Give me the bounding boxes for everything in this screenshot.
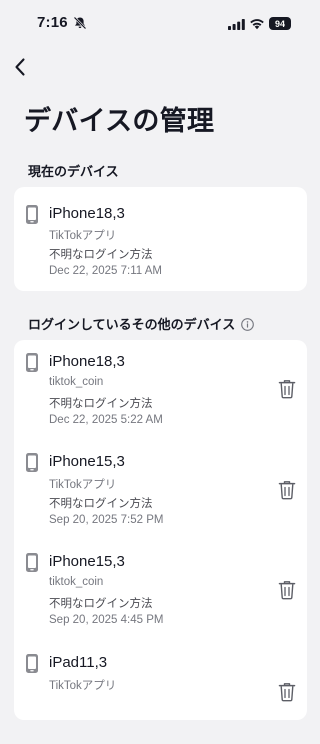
battery-indicator: 94 <box>269 17 291 30</box>
device-app: TikTokアプリ <box>49 680 117 692</box>
tablet-icon <box>26 654 38 673</box>
phone-icon <box>26 553 38 572</box>
device-date: Sep 20, 2025 7:52 PM <box>49 514 164 526</box>
current-device-card[interactable]: iPhone18,3 TikTokアプリ 不明なログイン方法 Dec 22, 2… <box>14 187 307 291</box>
battery-level: 94 <box>274 18 285 29</box>
device-name: iPhone18,3 <box>49 353 125 370</box>
device-name: iPhone15,3 <box>49 553 125 570</box>
device-app: tiktok_coin <box>49 576 104 588</box>
wifi-icon <box>250 19 264 30</box>
page-title: デバイスの管理 <box>24 106 215 136</box>
device-app: tiktok_coin <box>49 376 104 388</box>
device-date: Sep 20, 2025 4:45 PM <box>49 614 164 626</box>
current-device-section-label: 現在のデバイス <box>28 164 119 179</box>
device-login-method: 不明なログイン方法 <box>49 598 153 610</box>
phone-icon <box>26 205 38 224</box>
device-item[interactable]: iPhone15,3 tiktok_coin 不明なログイン方法 Sep 20,… <box>14 553 307 643</box>
device-date: Dec 22, 2025 5:22 AM <box>49 414 163 426</box>
device-app: TikTokアプリ <box>49 230 117 242</box>
device-item[interactable]: iPhone18,3 tiktok_coin 不明なログイン方法 Dec 22,… <box>14 353 307 443</box>
cellular-signal-icon <box>228 19 245 30</box>
trash-icon[interactable] <box>278 682 296 702</box>
other-devices-section-label: ログインしているその他のデバイス <box>28 314 255 333</box>
info-icon[interactable] <box>241 318 255 331</box>
back-chevron-icon[interactable] <box>10 56 32 78</box>
device-name: iPad11,3 <box>49 654 108 671</box>
other-devices-label-text: ログインしているその他のデバイス <box>28 317 236 332</box>
status-bar: 7:16 94 <box>0 0 320 48</box>
current-device-item[interactable]: iPhone18,3 TikTokアプリ 不明なログイン方法 Dec 22, 2… <box>14 205 307 295</box>
phone-icon <box>26 353 38 372</box>
trash-icon[interactable] <box>278 580 296 600</box>
device-login-method: 不明なログイン方法 <box>49 398 153 410</box>
device-item[interactable]: iPhone15,3 TikTokアプリ 不明なログイン方法 Sep 20, 2… <box>14 453 307 543</box>
status-time: 7:16 <box>37 14 68 31</box>
device-date: Dec 22, 2025 7:11 AM <box>49 265 162 277</box>
device-item[interactable]: iPad11,3 TikTokアプリ <box>14 654 307 744</box>
trash-icon[interactable] <box>278 379 296 399</box>
phone-icon <box>26 453 38 472</box>
device-login-method: 不明なログイン方法 <box>49 498 153 510</box>
other-devices-card: iPhone18,3 tiktok_coin 不明なログイン方法 Dec 22,… <box>14 340 307 720</box>
trash-icon[interactable] <box>278 480 296 500</box>
bell-muted-icon <box>73 16 87 30</box>
device-app: TikTokアプリ <box>49 479 117 491</box>
device-name: iPhone18,3 <box>49 205 125 222</box>
device-login-method: 不明なログイン方法 <box>49 249 153 261</box>
device-name: iPhone15,3 <box>49 453 125 470</box>
